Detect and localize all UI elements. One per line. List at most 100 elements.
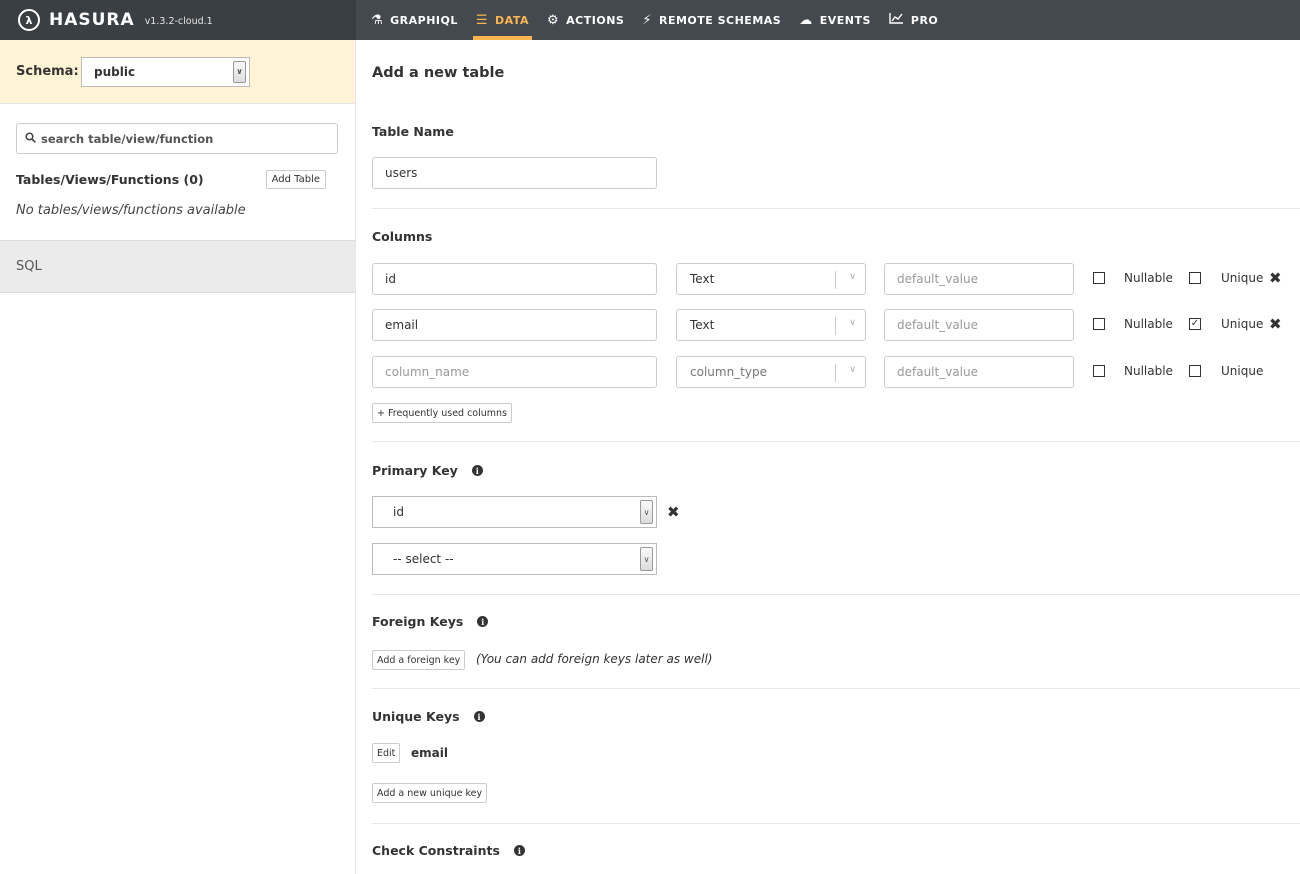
tables-title: Tables/Views/Functions (0) — [16, 172, 204, 187]
schema-value: public — [94, 64, 136, 79]
unique-label: Unique — [1221, 364, 1264, 378]
default-value-input[interactable]: default_value — [884, 309, 1074, 341]
nullable-checkbox[interactable] — [1093, 318, 1105, 330]
nav-label: PRO — [910, 13, 939, 27]
add-unique-key-button[interactable]: Add a new unique key — [372, 783, 488, 803]
info-icon[interactable]: i — [513, 845, 525, 856]
unique-checkbox-checked[interactable]: ✓ — [1189, 318, 1201, 330]
brand[interactable]: λ HASURA v1.3.2-cloud.1 — [0, 0, 356, 40]
info-icon[interactable]: i — [473, 711, 485, 722]
column-type-select[interactable]: Text ∨ — [676, 309, 866, 341]
default-value-input[interactable]: default_value — [884, 356, 1074, 388]
nav-graphiql[interactable]: ⚗ GRAPHIQL — [362, 0, 467, 40]
primary-key-heading: Primary Key i — [372, 463, 483, 478]
nav-label: REMOTE SCHEMAS — [658, 13, 782, 27]
brand-name: HASURA — [49, 10, 135, 30]
empty-tables-message: No tables/views/functions available — [16, 203, 246, 218]
edit-unique-key-button[interactable]: Edit — [372, 743, 401, 763]
nav-remote-schemas[interactable]: ⚡ REMOTE SCHEMAS — [633, 0, 790, 40]
section-label: Table Name — [372, 124, 454, 139]
chevron-down-icon: ∨ — [640, 500, 653, 524]
flask-icon: ⚗ — [371, 12, 384, 28]
column-name-input[interactable]: column_name — [372, 356, 657, 388]
section-label: Primary Key — [372, 463, 458, 478]
divider — [372, 594, 1300, 595]
nav-data[interactable]: ☰ DATA — [467, 0, 538, 40]
separator — [835, 317, 836, 335]
cloud-icon: ☁ — [799, 12, 813, 28]
top-navbar: λ HASURA v1.3.2-cloud.1 ⚗ GRAPHIQL ☰ DAT… — [0, 0, 1300, 40]
section-label: Foreign Keys — [372, 614, 464, 629]
foreign-keys-heading: Foreign Keys i — [372, 614, 489, 629]
primary-key-select[interactable]: id ∨ — [372, 496, 657, 528]
divider — [372, 208, 1300, 209]
check-constraints-heading: Check Constraints i — [372, 843, 525, 858]
remove-primary-key-icon[interactable]: ✖ — [667, 505, 680, 520]
table-name-heading: Table Name — [372, 124, 454, 139]
chevron-down-icon: ∨ — [233, 60, 246, 83]
nullable-label: Nullable — [1124, 271, 1173, 285]
schema-label: Schema: — [16, 64, 79, 79]
cogs-icon: ⚙ — [547, 12, 560, 28]
unique-label: Unique — [1221, 317, 1264, 331]
remove-column-icon[interactable]: ✖ — [1269, 317, 1282, 332]
column-type-select[interactable]: column_type ∨ — [676, 356, 866, 388]
add-foreign-key-button[interactable]: Add a foreign key — [372, 650, 466, 670]
section-label: Unique Keys — [372, 709, 460, 724]
nullable-checkbox[interactable] — [1093, 365, 1105, 377]
default-value-input[interactable]: default_value — [884, 263, 1074, 295]
section-label: Columns — [372, 229, 433, 244]
unique-checkbox[interactable] — [1189, 272, 1201, 284]
main-nav: ⚗ GRAPHIQL ☰ DATA ⚙ ACTIONS ⚡ REMOTE SCH… — [356, 0, 947, 40]
nav-actions[interactable]: ⚙ ACTIONS — [538, 0, 633, 40]
schema-bar: Schema: public ∨ — [0, 40, 355, 104]
search-placeholder: search table/view/function — [41, 131, 214, 146]
nullable-checkbox[interactable] — [1093, 272, 1105, 284]
sidebar-item-sql[interactable]: SQL — [0, 240, 355, 293]
column-type-select[interactable]: Text ∨ — [676, 263, 866, 295]
search-icon — [25, 131, 36, 146]
tables-header: Tables/Views/Functions (0) Add Table — [16, 170, 326, 189]
unique-label: Unique — [1221, 271, 1264, 285]
column-name-input[interactable]: id — [372, 263, 657, 295]
hasura-logo-icon: λ — [18, 9, 40, 31]
separator — [835, 364, 836, 382]
schema-select[interactable]: public ∨ — [81, 56, 250, 87]
nav-label: GRAPHIQL — [390, 13, 458, 27]
section-label: Check Constraints — [372, 843, 500, 858]
chevron-down-icon: ∨ — [849, 365, 856, 375]
chevron-down-icon: ∨ — [849, 318, 856, 328]
sidebar: Schema: public ∨ search table/view/funct… — [0, 40, 356, 874]
plug-icon: ⚡ — [642, 12, 652, 28]
line-chart-icon — [889, 12, 904, 28]
primary-key-add-select[interactable]: -- select -- ∨ — [372, 543, 657, 575]
primary-key-value: id — [393, 505, 404, 519]
select-placeholder: -- select -- — [393, 552, 454, 566]
info-icon[interactable]: i — [471, 465, 483, 476]
table-name-input[interactable]: users — [372, 157, 657, 189]
unique-key-value: email — [411, 746, 448, 760]
page-title: Add a new table — [372, 65, 505, 81]
columns-heading: Columns — [372, 229, 432, 244]
add-table-button[interactable]: Add Table — [265, 170, 326, 189]
remove-column-icon[interactable]: ✖ — [1269, 271, 1282, 286]
column-type-placeholder: column_type — [690, 365, 767, 379]
chevron-down-icon: ∨ — [849, 272, 856, 282]
nav-label: DATA — [495, 13, 529, 27]
divider — [372, 823, 1300, 824]
foreign-key-note: (You can add foreign keys later as well) — [476, 652, 713, 666]
separator — [835, 271, 836, 289]
nav-events[interactable]: ☁ EVENTS — [790, 0, 880, 40]
database-icon: ☰ — [475, 12, 489, 28]
nav-pro[interactable]: PRO — [880, 0, 947, 40]
unique-keys-heading: Unique Keys i — [372, 709, 485, 724]
column-name-input[interactable]: email — [372, 309, 657, 341]
nav-label: ACTIONS — [566, 13, 625, 27]
chevron-down-icon: ∨ — [640, 547, 653, 571]
search-input[interactable]: search table/view/function — [16, 123, 338, 154]
info-icon[interactable]: i — [477, 616, 489, 627]
frequently-used-columns-button[interactable]: + Frequently used columns — [372, 403, 513, 423]
column-type-value: Text — [690, 318, 715, 332]
nullable-label: Nullable — [1124, 317, 1173, 331]
unique-checkbox[interactable] — [1189, 365, 1201, 377]
